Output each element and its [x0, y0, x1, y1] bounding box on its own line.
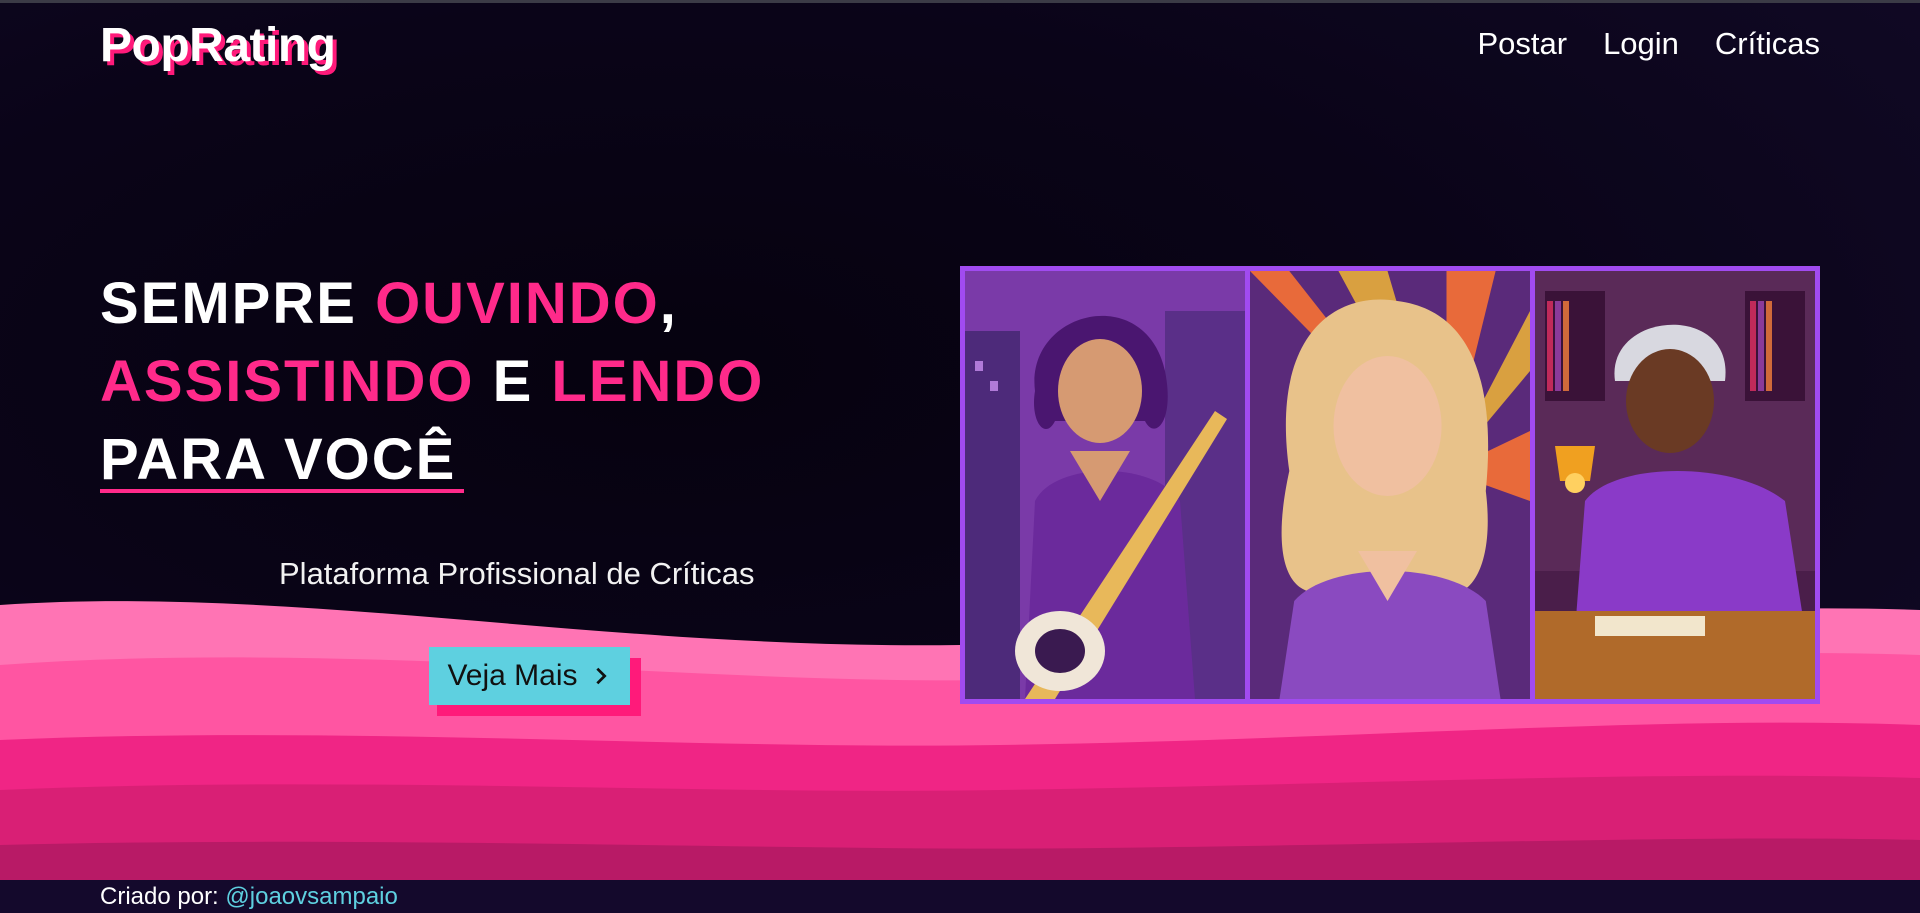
top-border [0, 0, 1920, 3]
highlight-ouvindo: OUVINDO [375, 271, 660, 336]
hero-subtitle: Plataforma Profissional de Críticas [279, 556, 755, 591]
hero-line-3: PARA VOCÊ [100, 421, 764, 499]
credit-label: Criado por: [100, 883, 219, 910]
hero-gallery [960, 266, 1820, 704]
footer-credit: Criado por: @joaovsampaio [100, 883, 398, 911]
underlined-para-voce: PARA VOCÊ [100, 421, 465, 499]
highlight-assistindo: ASSISTINDO [100, 349, 475, 414]
site-logo[interactable]: PopRating [100, 18, 336, 73]
hero-line-1: SEMPRE OUVINDO, [100, 271, 678, 336]
nav-link-criticas[interactable]: Críticas [1715, 26, 1820, 62]
gallery-image-woman [1250, 271, 1530, 699]
chevron-right-icon [595, 667, 607, 685]
main-nav: Postar Login Críticas [1477, 26, 1820, 62]
hero-line-2: ASSISTINDO E LENDO [100, 349, 765, 414]
highlight-lendo: LENDO [551, 349, 765, 414]
hero-heading: SEMPRE OUVINDO, ASSISTINDO E LENDO PARA … [100, 265, 764, 499]
veja-mais-button[interactable]: Veja Mais [429, 647, 630, 705]
nav-link-login[interactable]: Login [1603, 26, 1679, 62]
cta-label: Veja Mais [447, 659, 578, 692]
gallery-image-guitarist [965, 271, 1245, 699]
gallery-image-writer [1535, 271, 1815, 699]
site-footer: Criado por: @joaovsampaio [0, 880, 1920, 913]
author-link[interactable]: @joaovsampaio [225, 883, 397, 910]
nav-link-postar[interactable]: Postar [1477, 26, 1567, 62]
